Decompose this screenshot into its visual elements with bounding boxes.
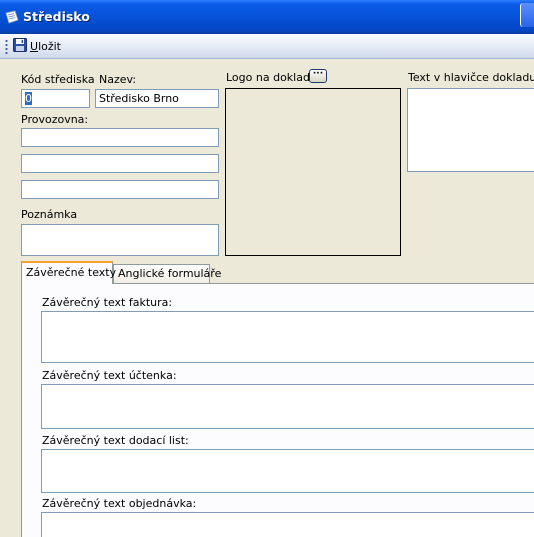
- dodaci-list-label: Závěrečný text dodací list:: [42, 434, 189, 447]
- window-title: Středisko: [23, 9, 90, 24]
- save-button-label: Uložit: [30, 40, 61, 53]
- toolbar: Uložit: [0, 34, 534, 59]
- faktura-textarea[interactable]: [41, 311, 534, 363]
- logo-label: Logo na doklad:: [226, 71, 314, 84]
- save-button[interactable]: Uložit: [13, 37, 61, 56]
- uctenka-textarea[interactable]: [41, 384, 534, 429]
- objednavka-textarea[interactable]: [41, 512, 534, 537]
- provozovna-line-1-input[interactable]: [21, 128, 219, 147]
- uctenka-label: Závěrečný text účtenka:: [42, 369, 177, 382]
- objednavka-label: Závěrečný text objednávka:: [42, 497, 197, 510]
- window-control-button[interactable]: [520, 3, 534, 27]
- kod-strediska-value: 0: [25, 92, 32, 105]
- dodaci-list-textarea[interactable]: [41, 449, 534, 493]
- poznamka-label: Poznámka: [21, 208, 78, 221]
- tab-zaverecne-texty[interactable]: Závěrečné texty: [21, 261, 116, 284]
- nazev-input[interactable]: Středisko Brno: [95, 89, 219, 108]
- faktura-label: Závěrečný text faktura:: [42, 296, 173, 309]
- kod-strediska-label: Kód střediska: [21, 73, 95, 86]
- provozovna-label: Provozovna:: [21, 113, 89, 126]
- logo-image-area[interactable]: [225, 88, 401, 256]
- title-bar[interactable]: Středisko: [0, 0, 534, 34]
- provozovna-line-3-input[interactable]: [21, 180, 219, 199]
- nazev-value: Středisko Brno: [99, 92, 179, 105]
- poznamka-input[interactable]: [21, 224, 219, 256]
- window-app-icon: [4, 9, 20, 25]
- header-text-label: Text v hlavičce dokladu:: [408, 71, 534, 84]
- nazev-label: Nazev:: [99, 73, 137, 86]
- provozovna-line-2-input[interactable]: [21, 154, 219, 173]
- logo-browse-button[interactable]: ···: [309, 69, 327, 83]
- kod-strediska-input[interactable]: 0: [21, 89, 90, 108]
- tab-anglicke-formulare[interactable]: Anglické formuláře: [113, 264, 221, 283]
- tab-panel-zaverecne-texty: Závěrečný text faktura: Závěrečný text ú…: [21, 283, 534, 537]
- header-text-input[interactable]: [407, 88, 534, 172]
- floppy-disk-icon: [13, 38, 27, 55]
- toolbar-grip-handle[interactable]: [5, 39, 8, 54]
